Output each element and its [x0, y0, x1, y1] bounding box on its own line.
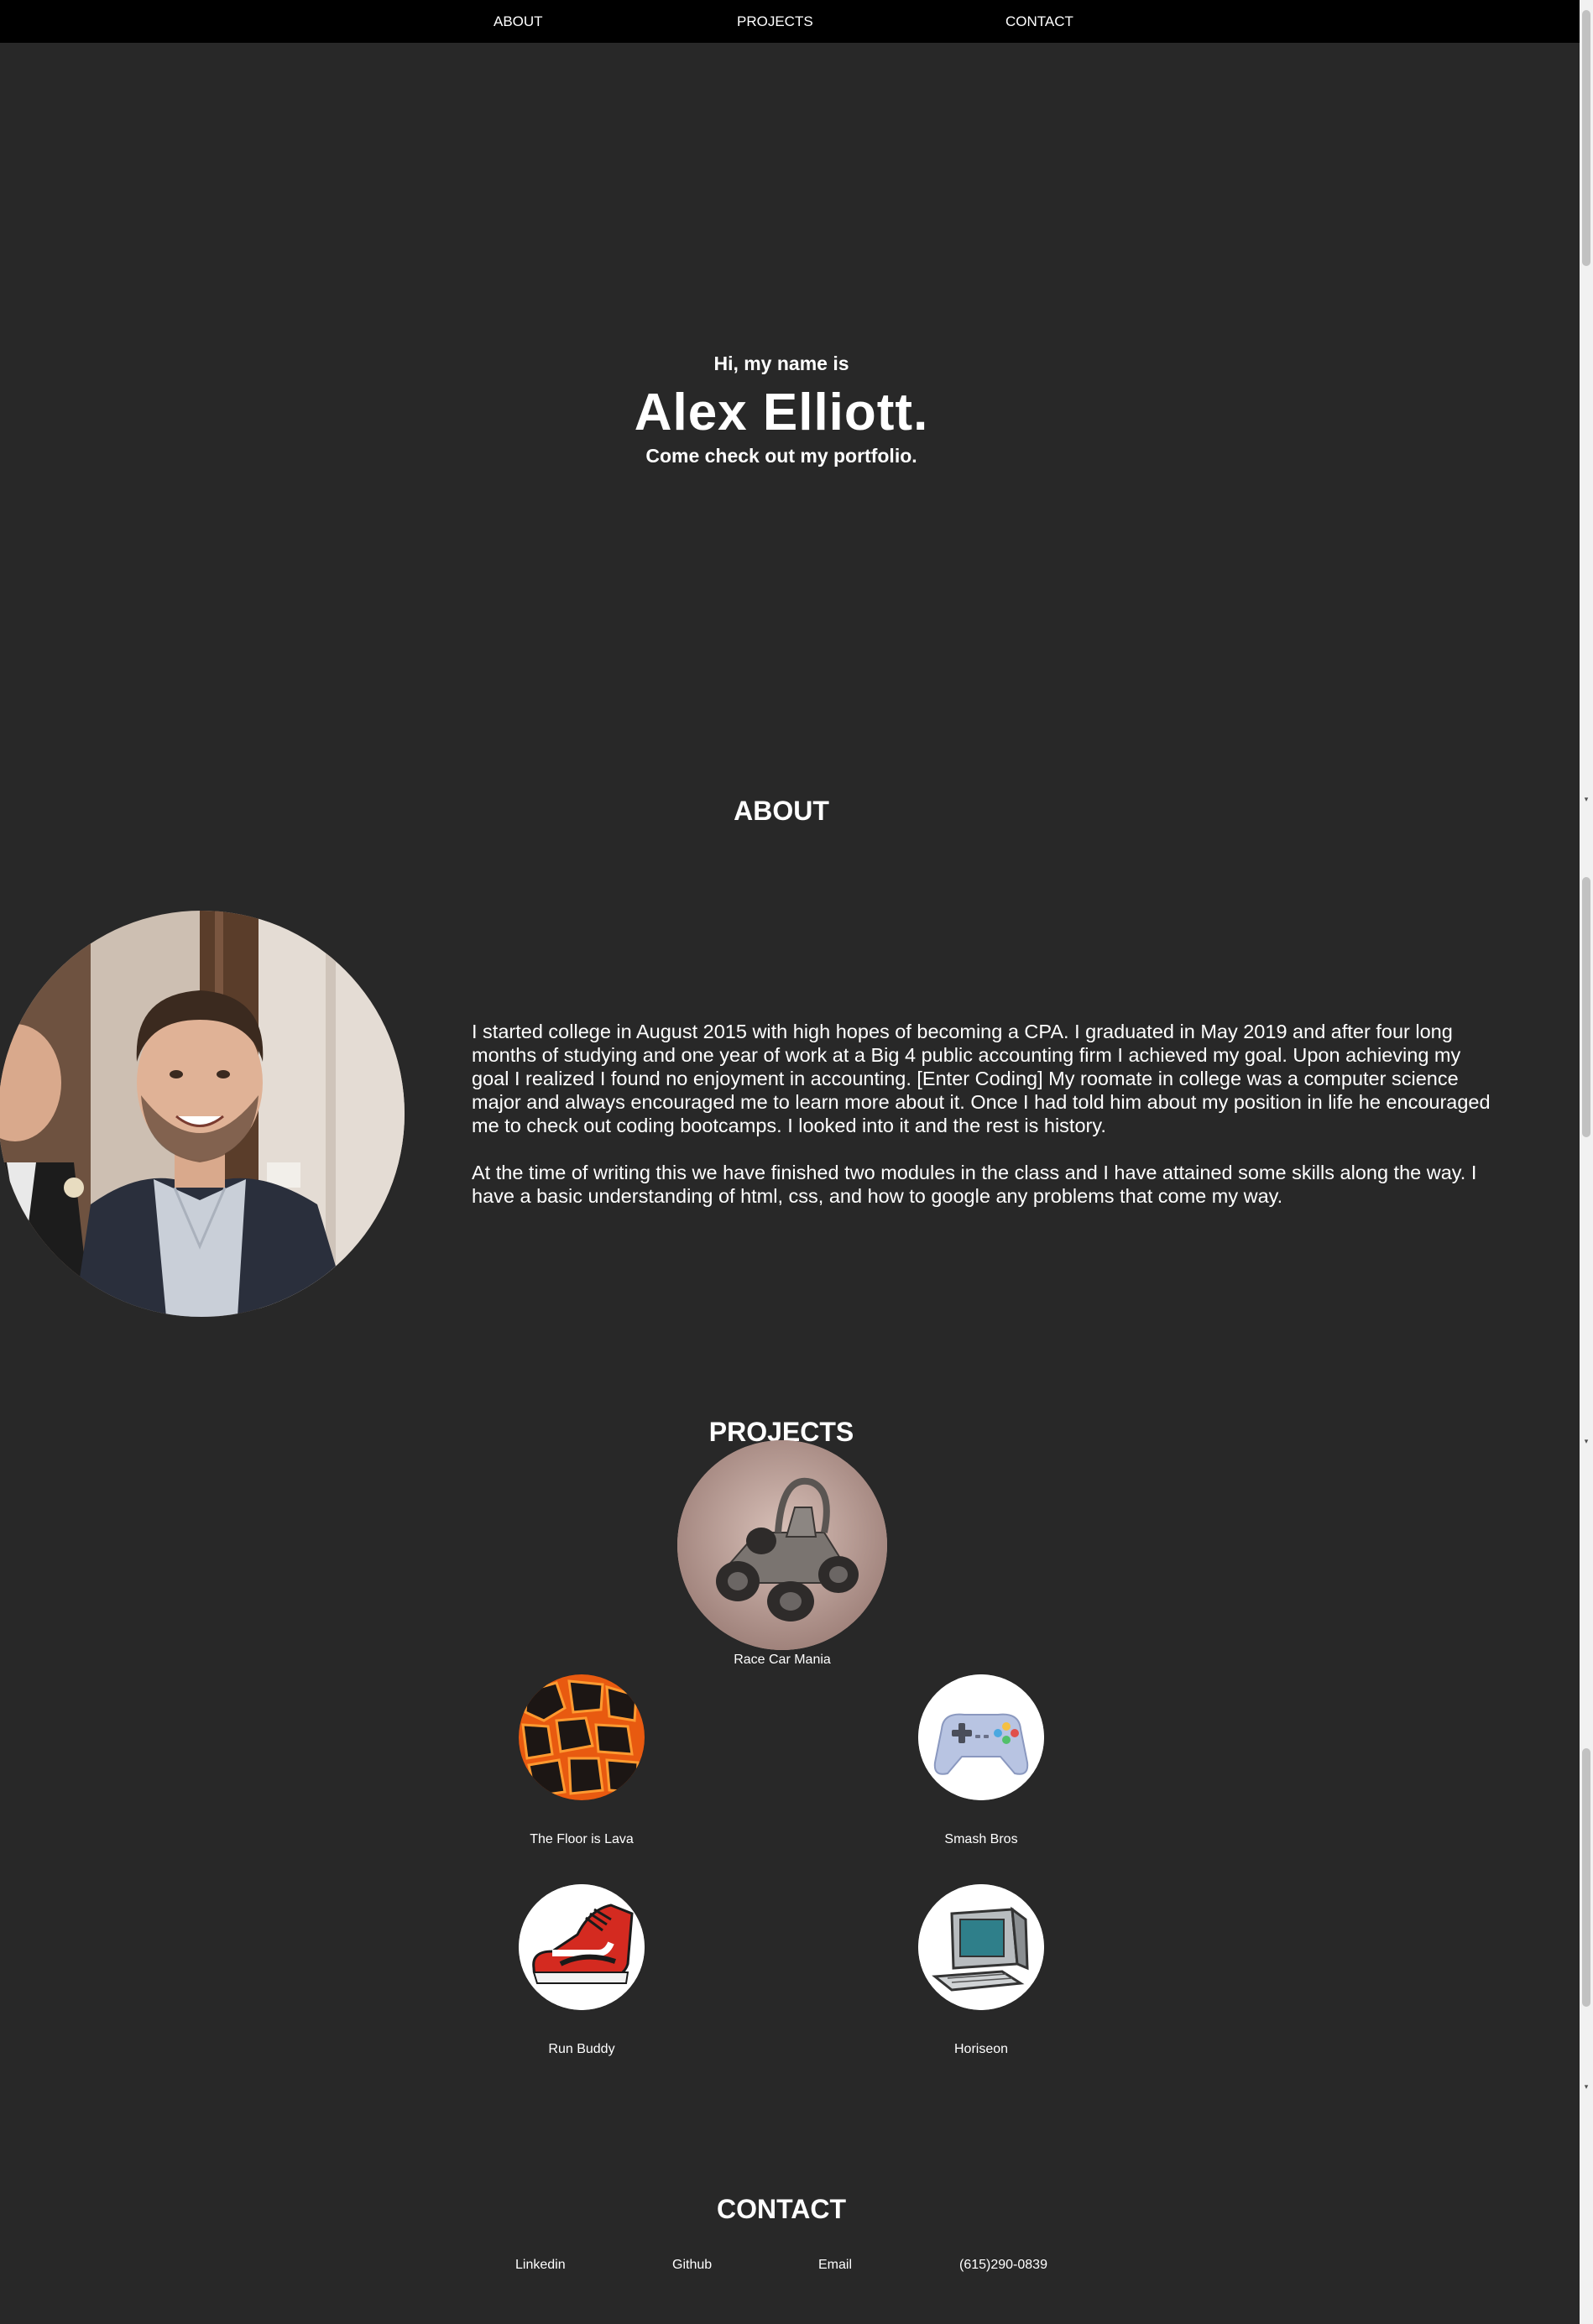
project-floor-is-lava[interactable]: The Floor is Lava — [456, 1674, 708, 1851]
project-race-car-mania[interactable]: Race Car Mania — [676, 1440, 888, 1671]
scroll-down-arrow-icon[interactable]: ▾ — [1582, 2083, 1590, 2092]
project-label: Smash Bros — [944, 1832, 1018, 1846]
project-label: Run Buddy — [548, 2042, 615, 2056]
scrollbar-thumb-3[interactable] — [1582, 1748, 1590, 2007]
page-scrollbar[interactable]: ▾ ▾ ▾ — [1580, 0, 1593, 2324]
nav-link-contact[interactable]: CONTACT — [1005, 0, 1073, 43]
project-horiseon[interactable]: Horiseon — [855, 1884, 1107, 2060]
project-smash-bros[interactable]: Smash Bros — [855, 1674, 1107, 1851]
project-label: The Floor is Lava — [530, 1832, 634, 1846]
contact-link-linkedin[interactable]: Linkedin — [515, 2258, 566, 2273]
lava-icon — [519, 1674, 645, 1800]
project-label: Race Car Mania — [734, 1653, 831, 1667]
profile-photo-illustration — [0, 911, 405, 1317]
hero-tagline: Come check out my portfolio. — [645, 445, 917, 467]
project-run-buddy[interactable]: Run Buddy — [456, 1884, 708, 2060]
sneaker-icon — [519, 1884, 645, 2010]
about-heading: ABOUT — [734, 796, 829, 826]
portfolio-page: ABOUT PROJECTS CONTACT Hi, my name is Al… — [0, 0, 1593, 2324]
top-nav: ABOUT PROJECTS CONTACT — [0, 0, 1580, 43]
race-car-icon — [677, 1440, 887, 1650]
about-paragraph-2: At the time of writing this we have fini… — [472, 1162, 1477, 1207]
nav-link-about[interactable]: ABOUT — [494, 0, 543, 43]
contact-link-phone[interactable]: (615)290-0839 — [959, 2258, 1047, 2273]
scrollbar-thumb-2[interactable] — [1582, 877, 1590, 1137]
about-text: I started college in August 2015 with hi… — [472, 1020, 1497, 1208]
contact-link-email[interactable]: Email — [818, 2258, 852, 2273]
computer-icon — [918, 1884, 1044, 2010]
contact-heading: CONTACT — [716, 2194, 847, 2224]
about-paragraph-1: I started college in August 2015 with hi… — [472, 1021, 1491, 1136]
scrollbar-thumb-1[interactable] — [1582, 10, 1590, 266]
scroll-down-arrow-icon[interactable]: ▾ — [1582, 796, 1590, 804]
project-label: Horiseon — [953, 2042, 1009, 2056]
hero-name: Alex Elliott. — [634, 384, 929, 441]
hero-greeting: Hi, my name is — [713, 353, 849, 374]
game-controller-icon — [918, 1674, 1044, 1800]
profile-photo — [0, 911, 405, 1317]
contact-link-github[interactable]: Github — [672, 2258, 712, 2273]
scroll-down-arrow-icon[interactable]: ▾ — [1582, 1438, 1590, 1446]
nav-link-projects[interactable]: PROJECTS — [737, 0, 813, 43]
